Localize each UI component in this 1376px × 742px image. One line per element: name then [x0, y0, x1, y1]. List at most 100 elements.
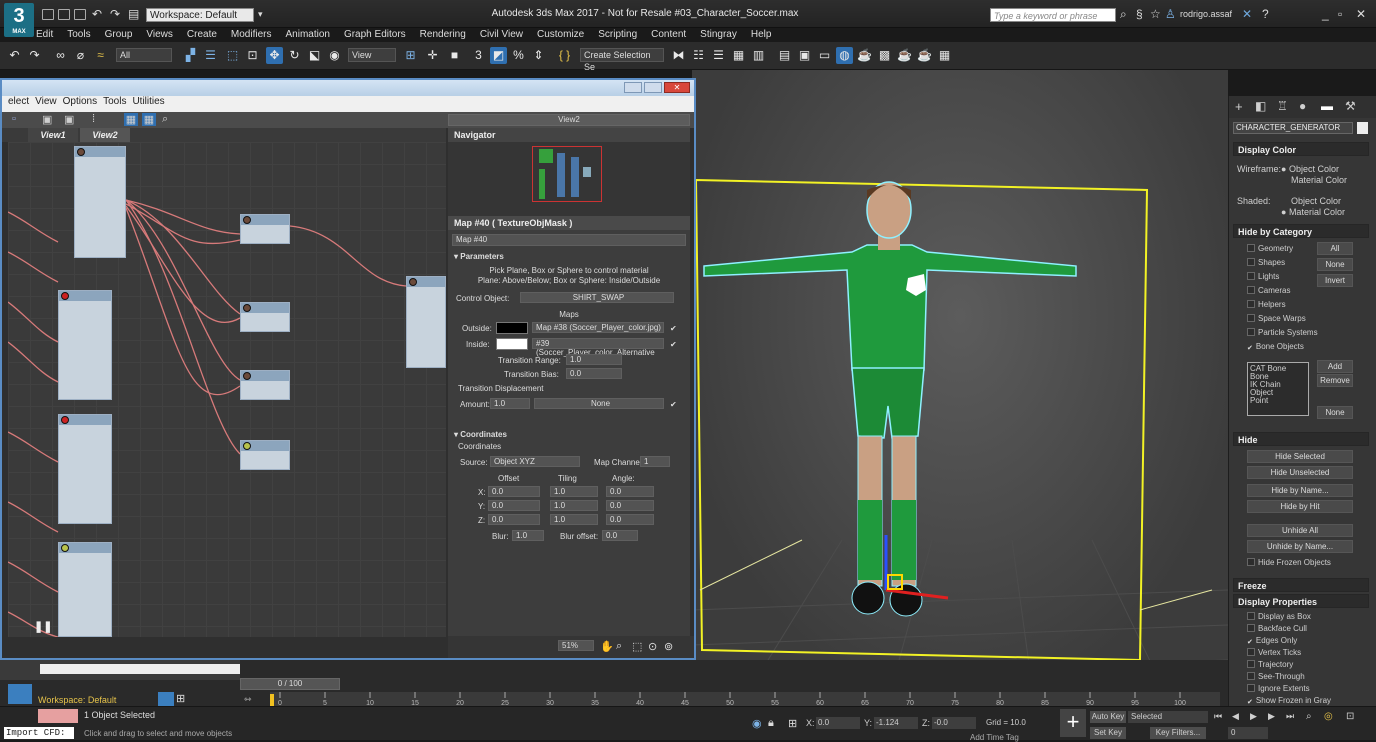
- display-as-box-checkbox[interactable]: Display as Box: [1247, 612, 1311, 621]
- add-time-tag[interactable]: Add Time Tag: [970, 733, 1019, 742]
- set-key-big-icon[interactable]: +: [1060, 709, 1086, 737]
- zoom-extents-icon[interactable]: ⊙: [648, 640, 657, 653]
- slate-maximize-icon[interactable]: [644, 82, 662, 93]
- tiling-z-spinner[interactable]: 1.0: [550, 514, 598, 525]
- schematic-view-icon[interactable]: ▣: [796, 47, 813, 64]
- minimize-icon[interactable]: _: [1322, 7, 1329, 21]
- material-editor-icon[interactable]: ▭: [816, 47, 833, 64]
- cat-geometry-checkbox[interactable]: Geometry: [1247, 244, 1293, 253]
- project-folder-icon[interactable]: ▤: [128, 7, 139, 21]
- add-button[interactable]: Add: [1317, 360, 1353, 373]
- render-activeshade-icon[interactable]: ▦: [936, 47, 953, 64]
- cat-particle-systems-checkbox[interactable]: Particle Systems: [1247, 328, 1318, 337]
- reference-coord-dropdown[interactable]: View: [348, 48, 396, 62]
- zoom-region-icon[interactable]: ⬚: [632, 640, 642, 653]
- align-icon[interactable]: ☷: [690, 47, 707, 64]
- menu-rendering[interactable]: Rendering: [420, 29, 466, 40]
- menu-group[interactable]: Group: [105, 29, 133, 40]
- see-through-checkbox[interactable]: See-Through: [1247, 672, 1305, 681]
- edges-only-checkbox[interactable]: Edges Only: [1247, 636, 1297, 646]
- snaps-toggle-icon[interactable]: 3: [470, 47, 487, 64]
- modify-tab-icon[interactable]: ◧: [1255, 99, 1266, 113]
- outside-map-button[interactable]: Map #38 (Soccer_Player_color.jpg): [532, 322, 664, 333]
- slate-material-icon[interactable]: ◍: [836, 47, 853, 64]
- select-by-name-icon[interactable]: ☰: [202, 47, 219, 64]
- select-manipulate-icon[interactable]: ✛: [424, 47, 441, 64]
- restore-icon[interactable]: ▫: [1338, 7, 1342, 21]
- create-tab-icon[interactable]: +: [1235, 99, 1243, 114]
- new-file-icon[interactable]: [42, 9, 54, 20]
- menu-content[interactable]: Content: [651, 29, 686, 40]
- placement-icon[interactable]: ◉: [326, 47, 343, 64]
- scene-explorer-scrollbar[interactable]: [40, 664, 240, 674]
- unhide-all-button[interactable]: Unhide All: [1247, 524, 1353, 537]
- workspace-bottom-label[interactable]: Workspace: Default: [36, 694, 146, 706]
- tiling-y-spinner[interactable]: 1.0: [550, 500, 598, 511]
- menu-create[interactable]: Create: [187, 29, 217, 40]
- display-color-header[interactable]: Display Color: [1233, 142, 1369, 156]
- hide-by-category-header[interactable]: Hide by Category: [1233, 224, 1369, 238]
- inside-map-button[interactable]: #39 (Soccer_Player_color_Alternative: [532, 338, 664, 357]
- display-properties-header[interactable]: Display Properties: [1233, 594, 1369, 608]
- inside-color-swatch[interactable]: [496, 338, 528, 350]
- perspective-viewport[interactable]: [691, 70, 1229, 687]
- map-node-4[interactable]: [240, 440, 290, 470]
- percent-snap-icon[interactable]: %: [510, 47, 527, 64]
- subscription-icon[interactable]: §: [1136, 7, 1143, 21]
- cat-cameras-checkbox[interactable]: Cameras: [1247, 286, 1290, 295]
- hierarchy-tab-icon[interactable]: ♖: [1277, 99, 1288, 113]
- tab-view2[interactable]: View2: [80, 128, 130, 142]
- menu-stingray[interactable]: Stingray: [700, 29, 737, 40]
- pick-material-icon[interactable]: ▫: [12, 113, 16, 125]
- all-button[interactable]: All: [1317, 242, 1353, 255]
- select-move-icon[interactable]: ✥: [266, 47, 283, 64]
- angle-x-spinner[interactable]: 0.0: [606, 486, 654, 497]
- ignore-extents-checkbox[interactable]: Ignore Extents: [1247, 684, 1310, 693]
- map-node-2[interactable]: [240, 302, 290, 332]
- next-frame-icon[interactable]: ▶: [1268, 711, 1275, 722]
- hide-header[interactable]: Hide: [1233, 432, 1369, 446]
- set-key-button[interactable]: Set Key: [1090, 727, 1126, 739]
- soccer-player-model[interactable]: [703, 181, 1077, 617]
- favorites-star-icon[interactable]: ☆: [1150, 7, 1161, 21]
- current-frame-field[interactable]: 0: [1228, 727, 1268, 739]
- zoom-extents-selected-icon[interactable]: ⊚: [664, 640, 673, 653]
- unhide-by-name-button[interactable]: Unhide by Name...: [1247, 540, 1353, 553]
- vertex-ticks-checkbox[interactable]: Vertex Ticks: [1247, 648, 1301, 657]
- offset-x-spinner[interactable]: 0.0: [488, 486, 540, 497]
- prev-frame-icon[interactable]: ◀: [1232, 711, 1239, 722]
- layout-all-icon[interactable]: ▦: [142, 113, 156, 126]
- menu-views[interactable]: Views: [146, 29, 173, 40]
- user-icon[interactable]: ♙: [1165, 7, 1176, 21]
- delete-selected-icon[interactable]: ⁞: [92, 113, 95, 125]
- layout-icon[interactable]: [158, 692, 174, 706]
- object-color-swatch[interactable]: [1357, 122, 1368, 134]
- tiling-x-spinner[interactable]: 1.0: [550, 486, 598, 497]
- angle-z-spinner[interactable]: 0.0: [606, 514, 654, 525]
- layer-explorer-icon[interactable]: ☰: [710, 47, 727, 64]
- orbit-icon[interactable]: ◎: [1324, 711, 1333, 722]
- menu-animation[interactable]: Animation: [285, 29, 329, 40]
- slate-menu-options[interactable]: Options: [63, 96, 97, 107]
- unlink-icon[interactable]: ⌀: [72, 47, 89, 64]
- go-to-end-icon[interactable]: ⏭: [1286, 711, 1294, 722]
- view-dropdown[interactable]: View2: [448, 114, 690, 126]
- hide-by-hit-button[interactable]: Hide by Hit: [1247, 500, 1353, 513]
- blur-offset-spinner[interactable]: 0.0: [602, 530, 638, 541]
- scene-explorer-icon[interactable]: ▦: [730, 47, 747, 64]
- offset-y-spinner[interactable]: 0.0: [488, 500, 540, 511]
- scene-explorer-toggle-icon[interactable]: [8, 684, 32, 704]
- blur-spinner[interactable]: 1.0: [512, 530, 544, 541]
- zoom-icon[interactable]: ⌕: [616, 640, 622, 653]
- cat-bone-objects-checkbox[interactable]: Bone Objects: [1247, 342, 1304, 352]
- shaded-object-color-radio[interactable]: Object Color: [1291, 196, 1341, 206]
- menu-tools[interactable]: Tools: [67, 29, 90, 40]
- maxscript-listener-icon[interactable]: [38, 709, 78, 723]
- select-rotate-icon[interactable]: ↻: [286, 47, 303, 64]
- list-item[interactable]: IK Chain Object: [1250, 381, 1306, 397]
- assign-material-icon[interactable]: ▣: [64, 113, 74, 126]
- category-list[interactable]: CAT Bone Bone IK Chain Object Point: [1247, 362, 1309, 416]
- menu-scripting[interactable]: Scripting: [598, 29, 637, 40]
- show-frozen-gray-checkbox[interactable]: Show Frozen in Gray: [1247, 696, 1331, 706]
- cat-helpers-checkbox[interactable]: Helpers: [1247, 300, 1286, 309]
